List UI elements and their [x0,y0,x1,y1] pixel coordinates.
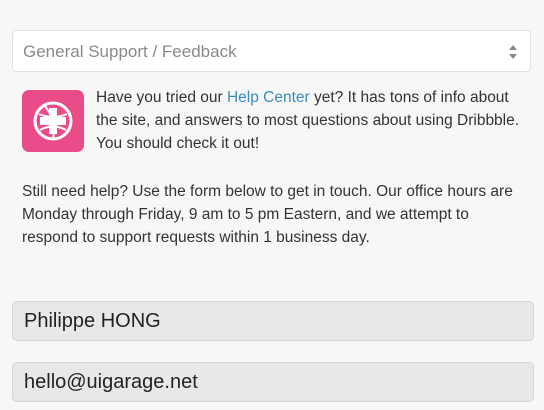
help-center-link[interactable]: Help Center [227,89,310,106]
updown-arrows-icon [509,45,517,59]
topic-select[interactable]: General Support / Feedback [12,30,531,72]
topic-select-value: General Support / Feedback [23,42,237,61]
help-center-notice: Have you tried our Help Center yet? It h… [96,86,526,155]
support-info-text: Still need help? Use the form below to g… [22,183,513,246]
help-center-icon [22,90,84,152]
email-field[interactable] [12,362,534,402]
name-field[interactable] [12,301,534,341]
help-notice-text-before: Have you tried our [96,89,227,106]
